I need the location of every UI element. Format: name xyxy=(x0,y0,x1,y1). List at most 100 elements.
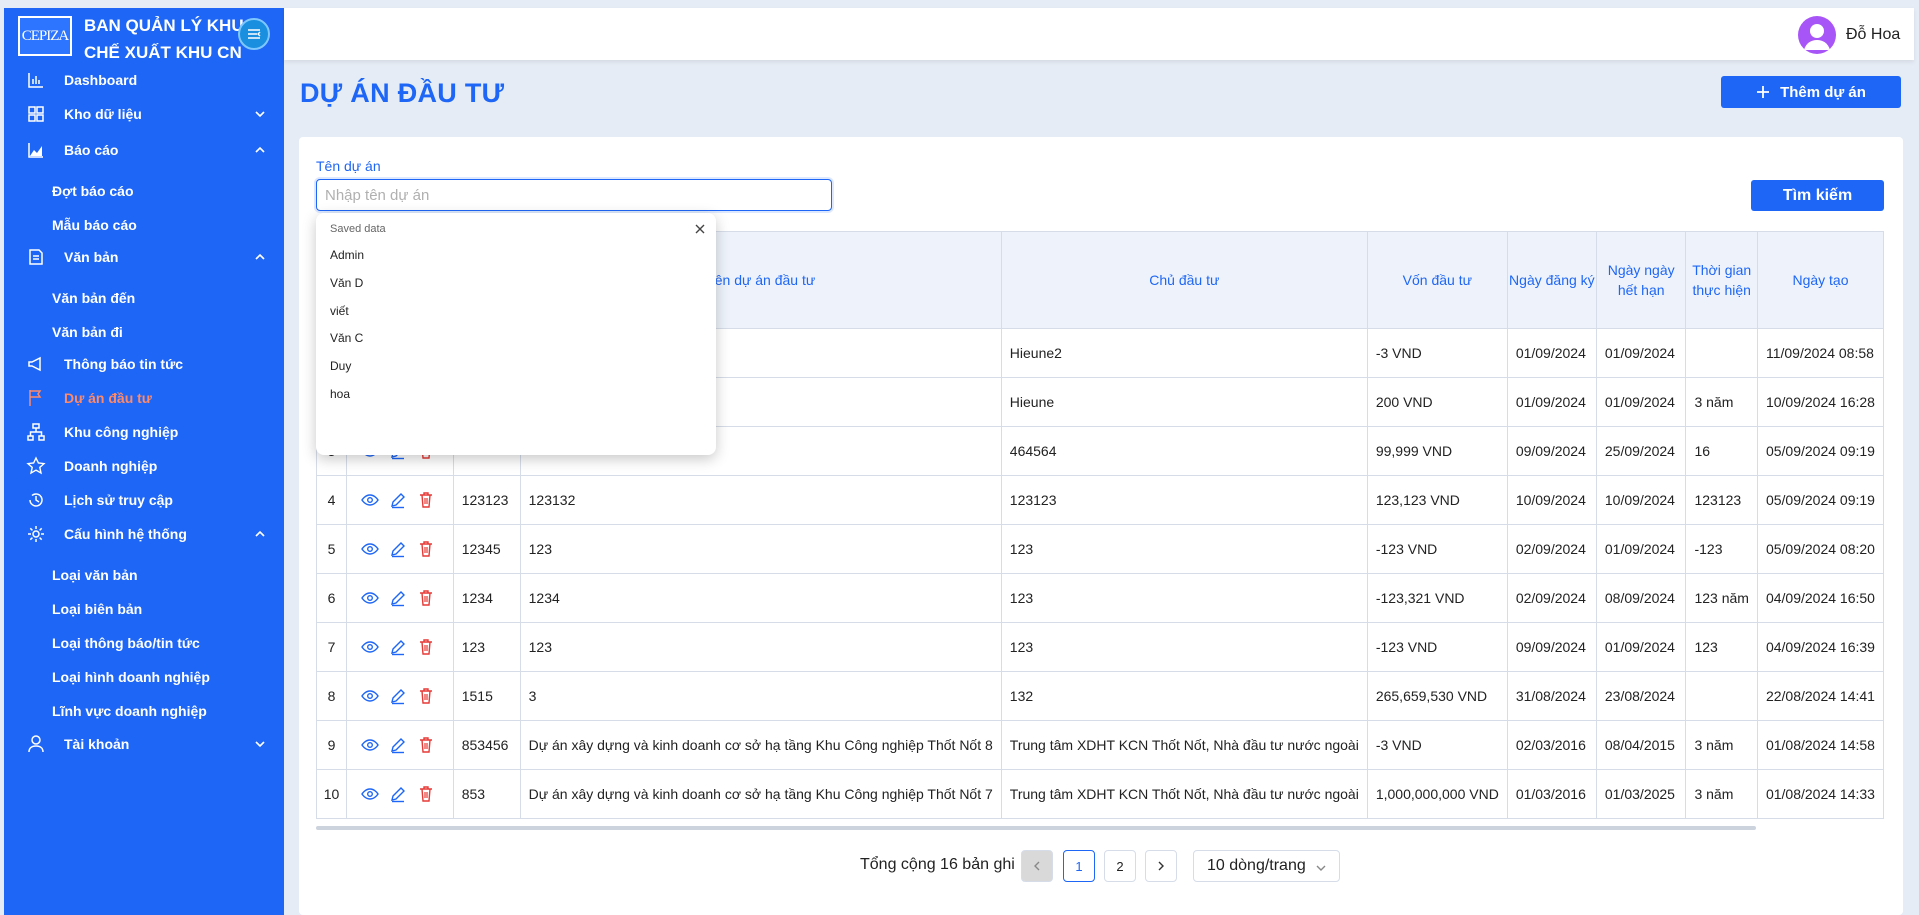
row-created: 04/09/2024 16:39 xyxy=(1756,622,1884,672)
user-name[interactable]: Đỗ Hoa xyxy=(1846,26,1900,44)
saved-data-option[interactable]: Duy xyxy=(330,359,351,373)
sidebar-item-van-ban[interactable]: Văn bản xyxy=(4,240,284,274)
menu-toggle-button[interactable] xyxy=(238,18,270,50)
sidebar-item-bao-cao[interactable]: Báo cáo xyxy=(4,133,284,167)
row-actions xyxy=(346,573,454,623)
col-reg-date[interactable]: Ngày đăng ký xyxy=(1506,231,1597,329)
delete-icon[interactable] xyxy=(417,491,435,509)
sidebar-subitem-loai-hinh-doanh-nghiep[interactable]: Loại hình doanh nghiệp xyxy=(52,669,210,689)
edit-icon[interactable] xyxy=(389,638,407,656)
sidebar-item-du-an-dau-tu[interactable]: Dự án đầu tư xyxy=(4,381,284,415)
sidebar-item-thong-bao-tin-tuc[interactable]: Thông báo tin tức xyxy=(4,347,284,381)
col-owner[interactable]: Chủ đầu tư xyxy=(1000,231,1368,329)
row-capital: -123,321 VND xyxy=(1366,573,1508,623)
row-stt: 4 xyxy=(316,475,348,525)
view-icon[interactable] xyxy=(361,638,379,656)
add-project-button[interactable]: Thêm dự án xyxy=(1721,76,1901,108)
col-exp-date[interactable]: Ngày ngày hết hạn xyxy=(1595,231,1687,329)
row-capital: 1,000,000,000 VND xyxy=(1366,769,1508,819)
col-capital[interactable]: Vốn đầu tư xyxy=(1366,231,1508,329)
project-name-input[interactable] xyxy=(316,179,832,211)
row-code: 123 xyxy=(452,622,521,672)
document-icon xyxy=(29,249,43,265)
saved-data-option[interactable]: viết xyxy=(330,304,349,318)
edit-icon[interactable] xyxy=(389,687,407,705)
page-size-select[interactable]: 10 dòng/trang xyxy=(1193,850,1340,882)
sidebar-item-label: Khu công nghiệp xyxy=(64,424,179,440)
delete-icon[interactable] xyxy=(417,687,435,705)
saved-data-option[interactable]: Văn D xyxy=(330,276,363,290)
view-icon[interactable] xyxy=(361,785,379,803)
sidebar-item-doanh-nghiep[interactable]: Doanh nghiệp xyxy=(4,449,284,483)
sidebar-subitem-loai-thong-bao[interactable]: Loại thông báo/tin tức xyxy=(52,635,200,655)
sidebar-item-dashboard[interactable]: Dashboard xyxy=(4,63,284,97)
view-icon[interactable] xyxy=(361,540,379,558)
sidebar-item-label: Cấu hình hệ thống xyxy=(64,526,187,542)
sidebar-subitem-linh-vuc-doanh-nghiep[interactable]: Lĩnh vực doanh nghiệp xyxy=(52,703,207,723)
edit-icon[interactable] xyxy=(389,589,407,607)
edit-icon[interactable] xyxy=(389,736,407,754)
sidebar-item-khu-cong-nghiep[interactable]: Khu công nghiệp xyxy=(4,415,284,449)
chevron-up-icon xyxy=(255,253,265,260)
table-row: 5 12345 123 123 -123 VND 02/09/2024 01/09/2024… xyxy=(316,524,1884,574)
edit-icon[interactable] xyxy=(389,491,407,509)
horizontal-scrollbar[interactable] xyxy=(316,826,1756,830)
row-reg-date: 09/09/2024 xyxy=(1506,622,1597,672)
delete-icon[interactable] xyxy=(417,785,435,803)
view-icon[interactable] xyxy=(361,687,379,705)
row-code: 12345 xyxy=(452,524,521,574)
view-icon[interactable] xyxy=(361,736,379,754)
row-duration: 3 năm xyxy=(1685,769,1758,819)
sidebar-item-kho-du-lieu[interactable]: Kho dữ liệu xyxy=(4,97,284,131)
sidebar-subitem-van-ban-di[interactable]: Văn bản đi xyxy=(52,324,123,344)
edit-icon[interactable] xyxy=(389,540,407,558)
bar-chart-icon xyxy=(28,73,43,88)
sidebar-subitem-loai-bien-ban[interactable]: Loại biên bản xyxy=(52,601,142,621)
sidebar-item-label: Lịch sử truy cập xyxy=(64,492,173,508)
row-duration xyxy=(1685,328,1758,378)
saved-data-dropdown: Saved data Admin Văn D viết Văn C Duy ho… xyxy=(316,213,716,455)
col-duration[interactable]: Thời gian thực hiện xyxy=(1685,231,1758,329)
view-icon[interactable] xyxy=(361,589,379,607)
saved-data-option[interactable]: Admin xyxy=(330,248,364,262)
row-capital: -3 VND xyxy=(1366,720,1508,770)
user-icon xyxy=(28,735,44,753)
avatar[interactable] xyxy=(1798,16,1836,54)
add-project-label: Thêm dự án xyxy=(1780,83,1866,101)
search-button[interactable]: Tìm kiếm xyxy=(1751,180,1884,211)
page-button-2[interactable]: 2 xyxy=(1104,850,1136,882)
row-reg-date: 31/08/2024 xyxy=(1506,671,1597,721)
row-reg-date: 01/09/2024 xyxy=(1506,377,1597,427)
row-code: 123123 xyxy=(452,475,521,525)
close-icon[interactable] xyxy=(694,223,706,235)
row-exp-date: 08/04/2015 xyxy=(1595,720,1687,770)
edit-icon[interactable] xyxy=(389,785,407,803)
area-chart-icon xyxy=(28,143,43,158)
sidebar-subitem-loai-van-ban[interactable]: Loại văn bản xyxy=(52,567,138,587)
row-exp-date: 08/09/2024 xyxy=(1595,573,1687,623)
sidebar-item-cau-hinh-he-thong[interactable]: Cấu hình hệ thống xyxy=(4,517,284,551)
table-row: 7 123 123 123 -123 VND 09/09/2024 01/09/2024 12… xyxy=(316,622,1884,672)
row-duration: 123 năm xyxy=(1685,573,1758,623)
sidebar-item-label: Tài khoản xyxy=(64,736,130,752)
view-icon[interactable] xyxy=(361,491,379,509)
row-created: 05/09/2024 08:20 xyxy=(1756,524,1884,574)
saved-data-option[interactable]: hoa xyxy=(330,387,350,401)
sidebar-item-tai-khoan[interactable]: Tài khoản xyxy=(4,727,284,761)
prev-page-button[interactable] xyxy=(1021,850,1053,882)
sidebar-subitem-van-ban-den[interactable]: Văn bản đến xyxy=(52,290,135,310)
delete-icon[interactable] xyxy=(417,540,435,558)
saved-data-option[interactable]: Văn C xyxy=(330,331,363,345)
row-duration: 123 xyxy=(1685,622,1758,672)
page-button-1[interactable]: 1 xyxy=(1063,850,1095,882)
next-page-button[interactable] xyxy=(1145,850,1177,882)
row-actions xyxy=(346,769,454,819)
table-row: 10 853 Dự án xây dựng và kinh doanh cơ sở … xyxy=(316,769,1884,819)
sidebar-item-lich-su-truy-cap[interactable]: Lịch sử truy cập xyxy=(4,483,284,517)
delete-icon[interactable] xyxy=(417,589,435,607)
sidebar-subitem-dot-bao-cao[interactable]: Đợt báo cáo xyxy=(52,183,134,203)
delete-icon[interactable] xyxy=(417,736,435,754)
delete-icon[interactable] xyxy=(417,638,435,656)
col-created[interactable]: Ngày tạo xyxy=(1756,231,1884,329)
sidebar-subitem-mau-bao-cao[interactable]: Mẫu báo cáo xyxy=(52,217,137,237)
